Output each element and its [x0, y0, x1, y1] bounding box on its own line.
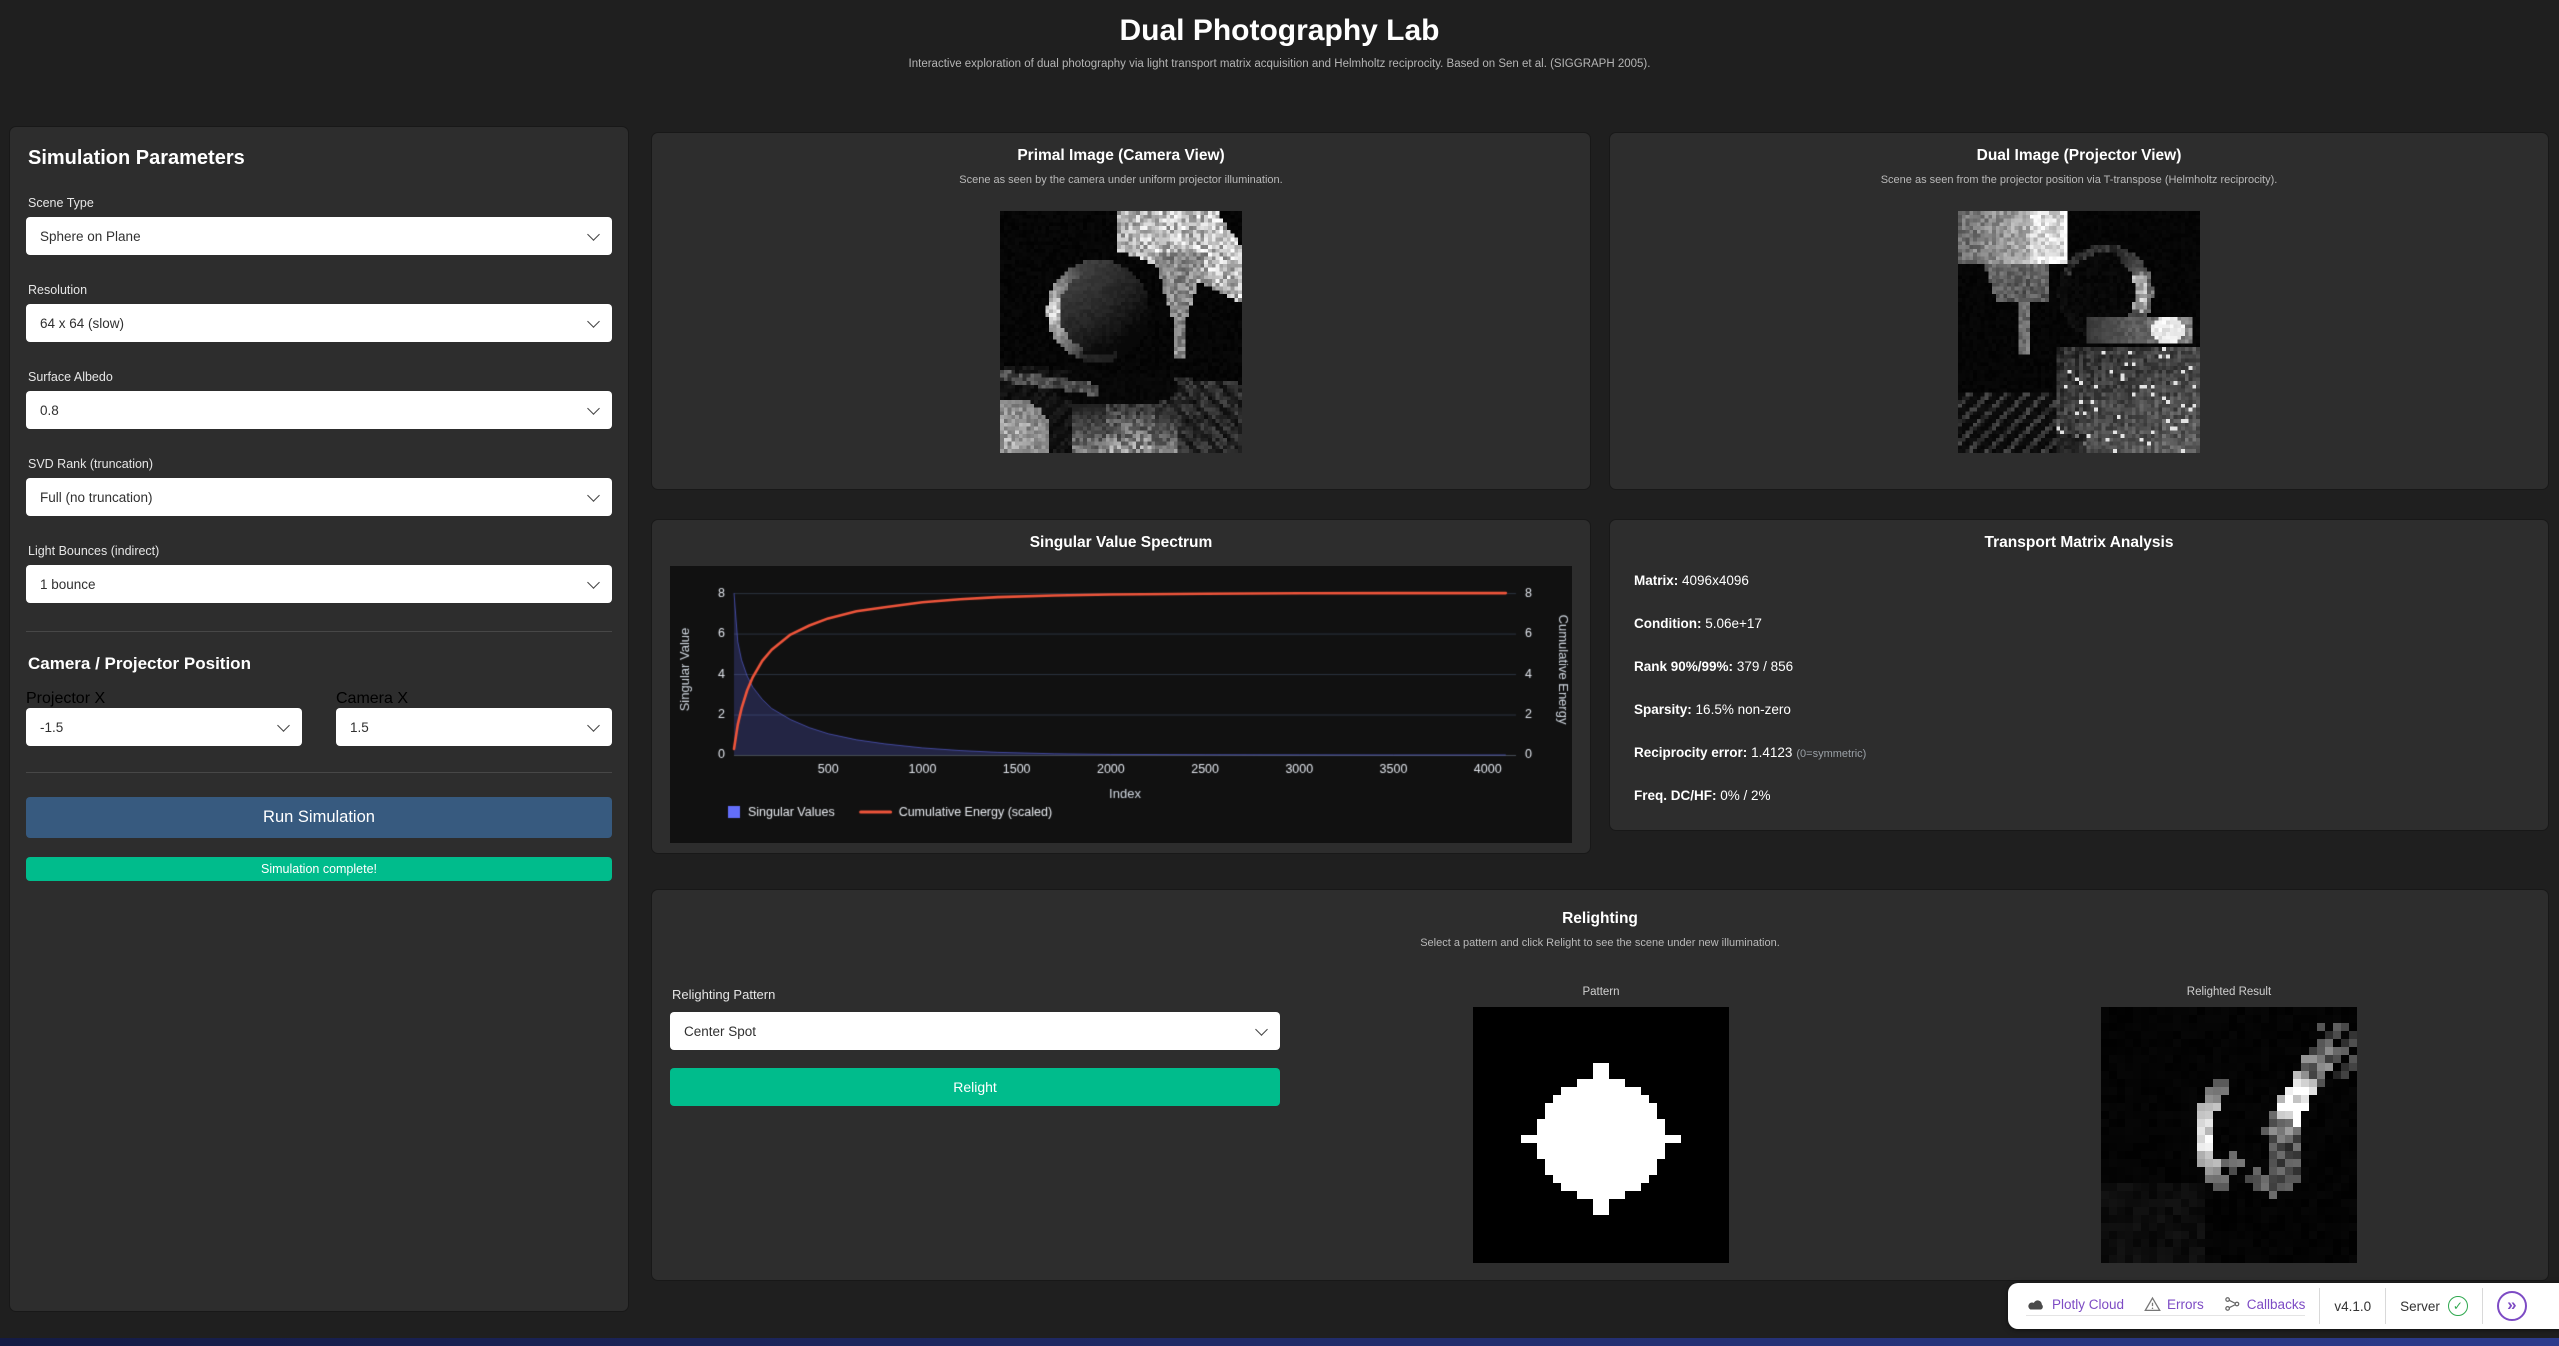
svd-rank-group: SVD Rank (truncation) Full (no truncatio… — [26, 457, 612, 516]
errors-link[interactable]: Errors — [2144, 1296, 2204, 1312]
simulation-parameters-panel: Simulation Parameters Scene Type Sphere … — [10, 127, 628, 1311]
analysis-row: Freq. DC/HF: 0% / 2% — [1634, 787, 2524, 806]
analysis-title: Transport Matrix Analysis — [1610, 534, 2548, 552]
position-section-title: Camera / Projector Position — [28, 654, 612, 674]
plotly-cloud-link[interactable]: Plotly Cloud — [2026, 1296, 2124, 1312]
relighting-title: Relighting — [652, 910, 2548, 928]
primal-title: Primal Image (Camera View) — [652, 147, 1590, 165]
warning-icon — [2144, 1296, 2161, 1312]
light-bounces-group: Light Bounces (indirect) 1 bounce — [26, 544, 612, 603]
primal-image-panel: Primal Image (Camera View) Scene as seen… — [652, 133, 1590, 489]
analysis-row: Sparsity: 16.5% non-zero — [1634, 701, 2524, 720]
surface-albedo-value: 0.8 — [40, 403, 59, 418]
relighting-subtitle: Select a pattern and click Relight to se… — [652, 937, 2548, 949]
pattern-image — [1473, 1007, 1729, 1263]
relighting-panel: Relighting Select a pattern and click Re… — [652, 890, 2548, 1280]
analysis-row: Condition: 5.06e+17 — [1634, 615, 2524, 634]
chevron-down-icon — [277, 719, 290, 732]
singular-value-spectrum-panel: Singular Value Spectrum — [652, 520, 1590, 853]
chevron-down-icon — [1255, 1023, 1268, 1036]
surface-albedo-label: Surface Albedo — [28, 370, 612, 384]
camera-x-select[interactable]: 1.5 — [336, 708, 612, 746]
dual-photography-lab-app: Dual Photography Lab Interactive explora… — [0, 0, 2559, 1346]
scene-type-value: Sphere on Plane — [40, 229, 141, 244]
analysis-row: Reciprocity error: 1.4123(0=symmetric) — [1634, 744, 2524, 763]
transport-matrix-analysis-panel: Transport Matrix Analysis Matrix: 4096x4… — [1610, 520, 2548, 830]
chevron-down-icon — [587, 228, 600, 241]
panel-title: Simulation Parameters — [28, 147, 612, 170]
dual-image — [1958, 211, 2200, 453]
resolution-group: Resolution 64 x 64 (slow) — [26, 283, 612, 342]
resolution-label: Resolution — [28, 283, 612, 297]
server-status: Server ✓ — [2400, 1296, 2468, 1316]
projector-x-label: Projector X — [26, 690, 105, 707]
relighting-pattern-label: Relighting Pattern — [672, 987, 1280, 1002]
resolution-value: 64 x 64 (slow) — [40, 316, 124, 331]
expand-toolbar-icon[interactable]: » — [2497, 1291, 2527, 1321]
camera-x-label: Camera X — [336, 690, 408, 707]
dual-subtitle: Scene as seen from the projector positio… — [1610, 174, 2548, 186]
pattern-caption: Pattern — [1473, 986, 1729, 998]
primal-subtitle: Scene as seen by the camera under unifor… — [652, 174, 1590, 186]
status-badge: Simulation complete! — [26, 857, 612, 881]
relighting-pattern-select[interactable]: Center Spot — [670, 1012, 1280, 1050]
light-bounces-select[interactable]: 1 bounce — [26, 565, 612, 603]
svd-rank-select[interactable]: Full (no truncation) — [26, 478, 612, 516]
pattern-figure: Pattern — [1473, 986, 1729, 1263]
callbacks-link[interactable]: Callbacks — [2224, 1296, 2306, 1312]
relighting-pattern-value: Center Spot — [684, 1024, 756, 1039]
light-bounces-label: Light Bounces (indirect) — [28, 544, 612, 558]
chevron-down-icon — [587, 489, 600, 502]
cloud-icon — [2026, 1297, 2046, 1312]
run-simulation-button[interactable]: Run Simulation — [26, 797, 612, 838]
divider — [26, 631, 612, 632]
camera-x-value: 1.5 — [350, 720, 369, 735]
light-bounces-value: 1 bounce — [40, 577, 96, 592]
spectrum-chart[interactable] — [670, 566, 1572, 843]
relight-button[interactable]: Relight — [670, 1068, 1280, 1106]
dash-debug-toolbar: Plotly Cloud Errors Callbacks v4.1.0 Ser… — [2008, 1283, 2559, 1329]
spectrum-chart-canvas — [670, 566, 1572, 843]
dash-version: v4.1.0 — [2334, 1299, 2371, 1314]
svd-rank-label: SVD Rank (truncation) — [28, 457, 612, 471]
footer-strip — [0, 1338, 2559, 1346]
divider — [2319, 1288, 2320, 1324]
scene-type-group: Scene Type Sphere on Plane — [26, 196, 612, 255]
surface-albedo-select[interactable]: 0.8 — [26, 391, 612, 429]
relighted-result-image — [2101, 1007, 2357, 1263]
divider — [2482, 1288, 2483, 1324]
page-title: Dual Photography Lab — [0, 14, 2559, 48]
projector-x-value: -1.5 — [40, 720, 63, 735]
analysis-row: Rank 90%/99%: 379 / 856 — [1634, 658, 2524, 677]
callbacks-graph-icon — [2224, 1296, 2241, 1312]
relighted-result-caption: Relighted Result — [2101, 986, 2357, 998]
scene-type-label: Scene Type — [28, 196, 612, 210]
divider — [2385, 1288, 2386, 1324]
spectrum-title: Singular Value Spectrum — [652, 534, 1590, 552]
chevron-down-icon — [587, 576, 600, 589]
camera-x-group: Camera X 1.5 — [336, 690, 612, 746]
chevron-down-icon — [587, 315, 600, 328]
dual-image-panel: Dual Image (Projector View) Scene as see… — [1610, 133, 2548, 489]
chevron-down-icon — [587, 402, 600, 415]
projector-x-select[interactable]: -1.5 — [26, 708, 302, 746]
page-subtitle: Interactive exploration of dual photogra… — [0, 58, 2559, 70]
dual-title: Dual Image (Projector View) — [1610, 147, 2548, 165]
surface-albedo-group: Surface Albedo 0.8 — [26, 370, 612, 429]
analysis-row: Matrix: 4096x4096 — [1634, 572, 2524, 591]
scene-type-select[interactable]: Sphere on Plane — [26, 217, 612, 255]
divider — [26, 772, 612, 773]
primal-image — [1000, 211, 1242, 453]
relighted-result-figure: Relighted Result — [2101, 986, 2357, 1263]
chevron-down-icon — [587, 719, 600, 732]
projector-x-group: Projector X -1.5 — [26, 690, 302, 746]
svd-rank-value: Full (no truncation) — [40, 490, 153, 505]
resolution-select[interactable]: 64 x 64 (slow) — [26, 304, 612, 342]
check-icon: ✓ — [2448, 1296, 2468, 1316]
